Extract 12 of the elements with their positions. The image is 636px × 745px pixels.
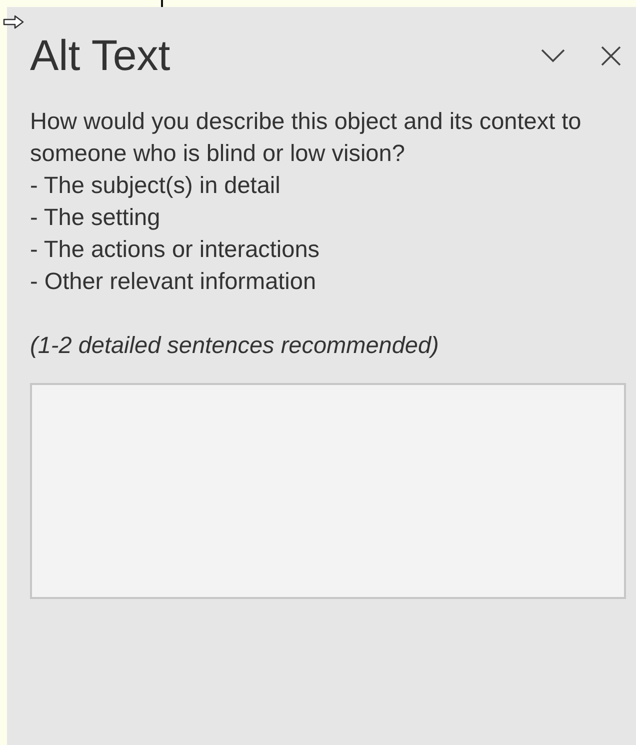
close-icon[interactable] (601, 46, 621, 66)
chevron-down-icon[interactable] (541, 49, 565, 63)
guideline-item: - The subject(s) in detail (30, 171, 282, 200)
alt-text-field[interactable] (30, 383, 626, 599)
pane-title: Alt Text (30, 32, 170, 80)
right-arrow-icon (3, 15, 25, 29)
description-prompt: How would you describe this object and its context to someone who is blind or low vision? (30, 107, 582, 168)
guideline-item: - The setting (30, 203, 162, 232)
recommendation-hint: (1-2 detailed sentences recommended) (30, 331, 440, 360)
text-cursor (161, 0, 163, 7)
guideline-item: - Other relevant information (30, 267, 318, 296)
guideline-item: - The actions or interactions (30, 235, 321, 264)
